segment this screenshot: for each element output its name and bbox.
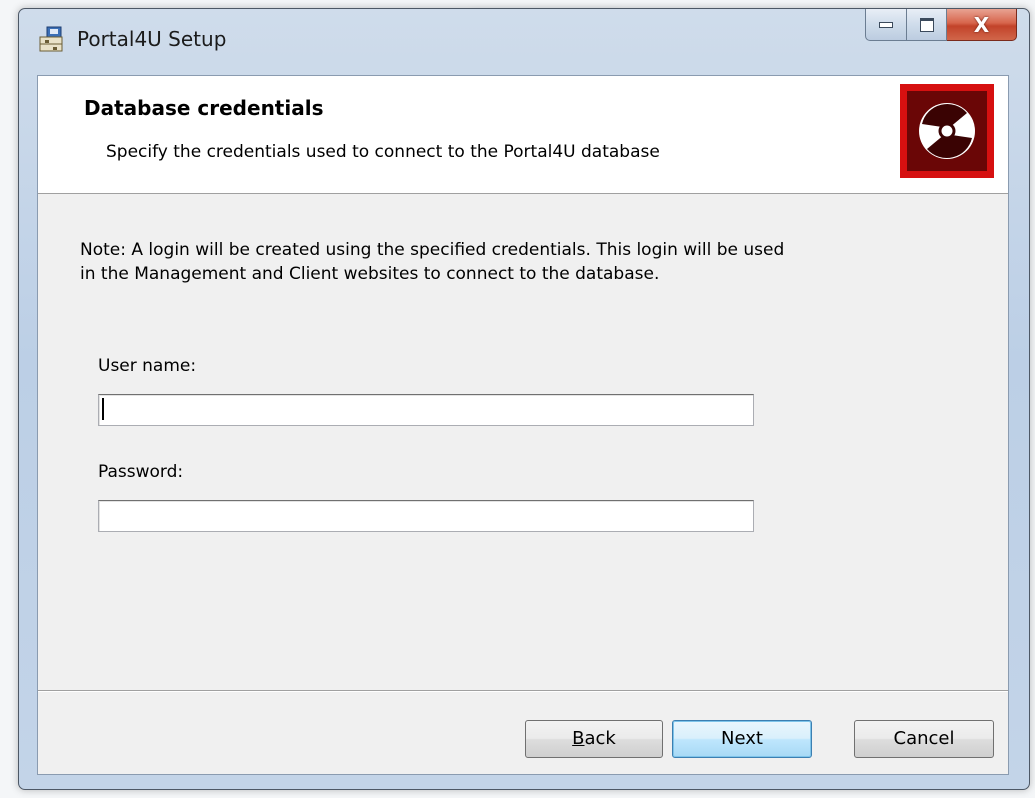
next-button-label: Next — [721, 728, 763, 749]
footer-divider — [38, 690, 1008, 692]
disc-icon — [919, 103, 975, 159]
password-input[interactable] — [98, 500, 754, 532]
maximize-button[interactable] — [907, 9, 947, 41]
text-caret — [102, 398, 104, 420]
note-text: Note: A login will be created using the … — [80, 240, 785, 284]
back-button-label: ack — [584, 728, 616, 749]
back-button-accelerator: B — [572, 728, 585, 749]
cancel-button[interactable]: Cancel — [854, 720, 994, 758]
minimize-button[interactable] — [865, 9, 907, 41]
minimize-icon — [879, 21, 893, 28]
back-button[interactable]: Back — [525, 720, 663, 758]
user-name-label: User name: — [98, 356, 197, 376]
page-subtitle: Specify the credentials used to connect … — [106, 142, 660, 162]
close-icon: X — [973, 12, 990, 37]
header-banner: Database credentials Specify the credent… — [38, 76, 1008, 194]
logo-background — [907, 91, 987, 171]
close-button[interactable]: X — [947, 9, 1017, 41]
next-button[interactable]: Next — [672, 720, 812, 758]
page-title: Database credentials — [84, 96, 324, 120]
window-title: Portal4U Setup — [77, 27, 227, 51]
maximize-icon — [919, 17, 934, 32]
cancel-button-label: Cancel — [893, 728, 955, 749]
title-bar[interactable]: Portal4U Setup X — [19, 9, 1029, 75]
user-name-input[interactable] — [98, 394, 754, 426]
installer-icon — [39, 26, 63, 52]
password-label: Password: — [98, 462, 184, 482]
caption-buttons: X — [865, 9, 1017, 43]
dialog-client-area: Database credentials Specify the credent… — [37, 75, 1009, 775]
setup-window: Portal4U Setup X Database credentials Sp… — [18, 8, 1030, 790]
banner-logo — [900, 84, 994, 178]
